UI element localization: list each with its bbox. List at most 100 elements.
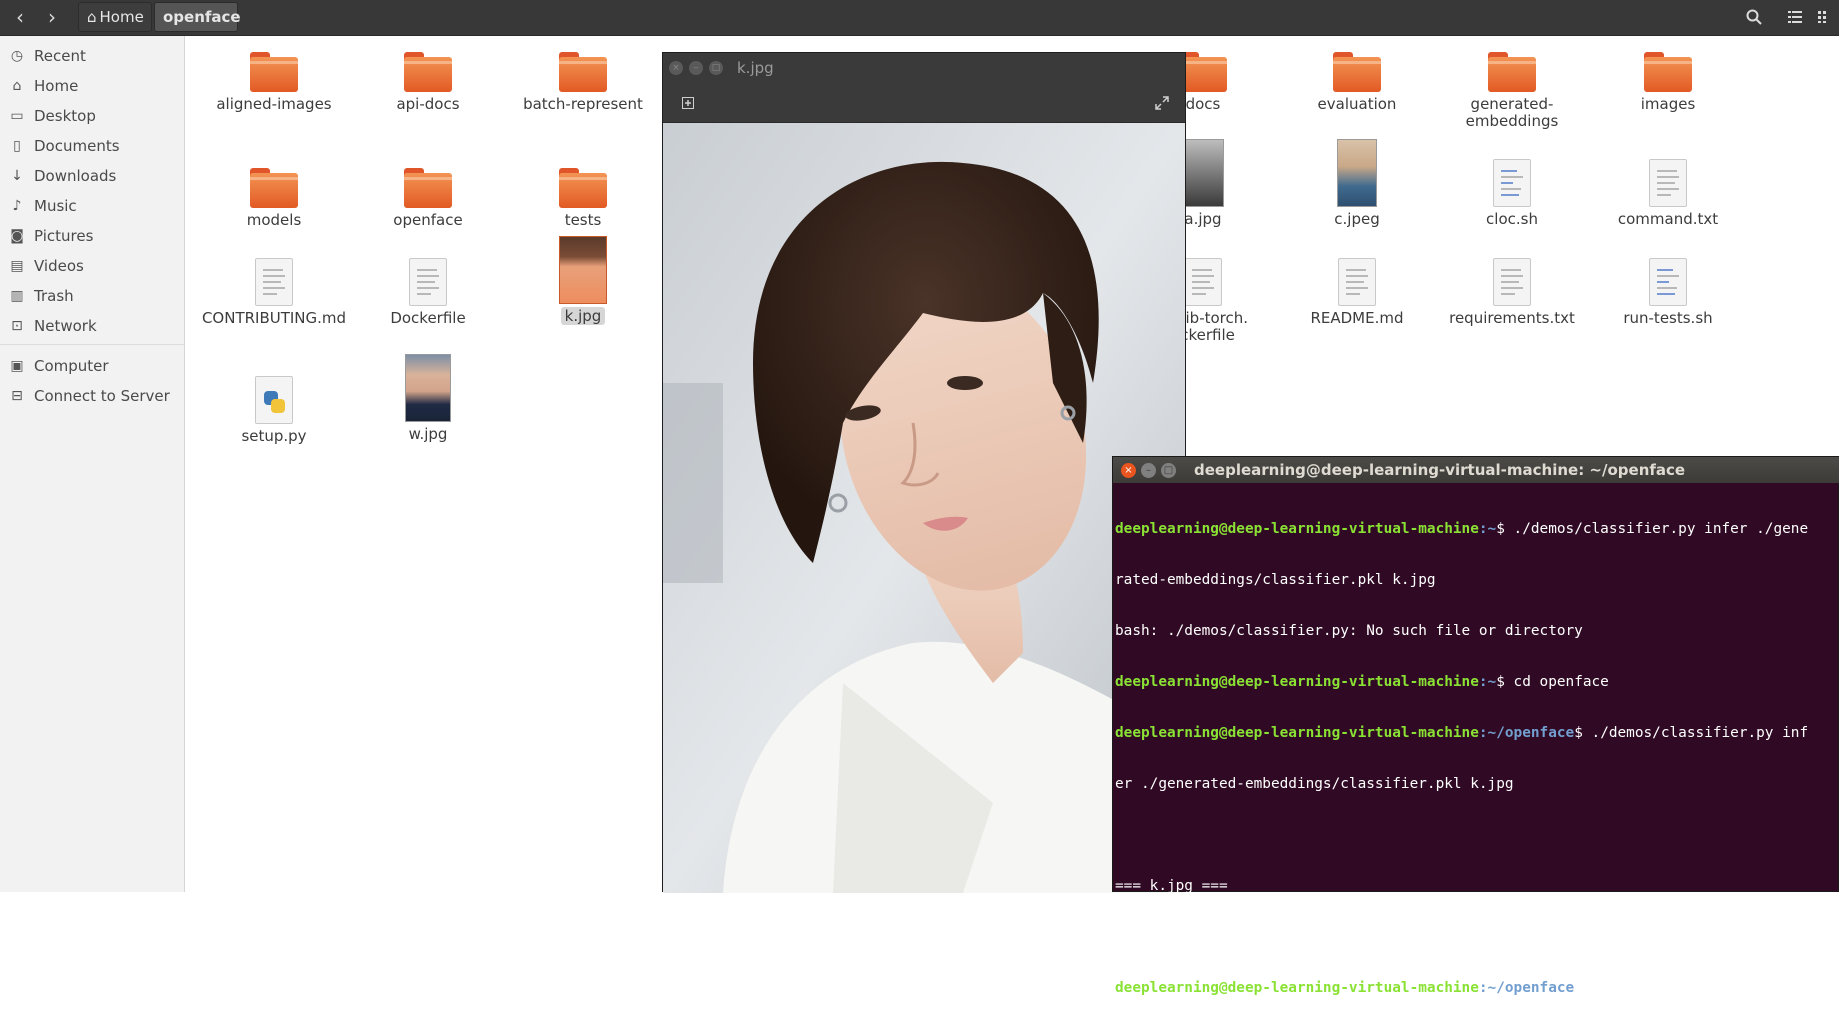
folder-icon [1179,52,1227,92]
folder-openface[interactable]: openface [353,168,503,229]
portrait-photo [663,123,1185,893]
folder-icon [1488,52,1536,92]
prompt-path: :~ [1478,674,1497,690]
file-dockerfile[interactable]: Dockerfile [353,258,503,327]
folder-images[interactable]: images [1593,52,1743,113]
sidebar-item-desktop[interactable]: ▭ Desktop [0,102,185,130]
sidebar-item-connect-to-server[interactable]: ⊟ Connect to Server [0,382,185,410]
sidebar-item-network[interactable]: ⊡ Network [0,312,185,340]
terminal-line: === k.jpg === [1115,878,1228,894]
prompt-user: deeplearning@deep-learning-virtual-machi… [1115,980,1479,996]
minimize-icon[interactable]: – [1141,462,1156,478]
command-text: $ ./demos/classifier.py infer ./gene [1496,521,1809,537]
download-icon: ↓ [11,168,23,184]
file-setup-py[interactable]: setup.py [199,376,349,445]
file-label: w.jpg [408,425,448,443]
computer-icon: ▣ [10,358,24,374]
viewer-title: k.jpg [737,59,774,77]
sidebar-item-label: Connect to Server [34,387,170,405]
breadcrumb-current[interactable]: openface [154,2,241,32]
sidebar-item-label: Downloads [34,167,117,185]
folder-icon [250,52,298,92]
close-icon[interactable]: × [669,61,683,75]
sidebar-item-label: Documents [34,137,120,155]
text-file-icon [255,258,293,306]
terminal-titlebar[interactable]: × – □ deeplearning@deep-learning-virtual… [1113,457,1839,483]
sidebar-item-videos[interactable]: ▤ Videos [0,252,185,280]
file-label: openface [393,211,463,229]
prompt-path: :~/openface [1478,980,1575,996]
sidebar-item-recent[interactable]: ◷ Recent [0,42,185,70]
folder-batch-represent[interactable]: batch-represent [508,52,658,113]
search-icon[interactable] [1735,2,1773,32]
photo-display [663,123,1185,893]
grid-icon[interactable] [1808,2,1839,32]
terminal-output[interactable]: deeplearning@deep-learning-virtual-machi… [1113,487,1838,1031]
viewer-titlebar[interactable]: × – □ k.jpg [663,53,1185,83]
script-icon [1649,258,1687,306]
sidebar-item-label: Desktop [34,107,96,125]
file-k-jpg[interactable]: k.jpg [508,236,658,325]
text-file-icon [1338,258,1376,306]
file-requirements-txt[interactable]: requirements.txt [1437,258,1587,327]
sidebar-item-pictures[interactable]: ◙ Pictures [0,222,185,250]
sidebar-item-downloads[interactable]: ↓ Downloads [0,162,185,190]
breadcrumb-home[interactable]: ⌂ Home [78,2,152,32]
file-label: evaluation [1317,95,1397,113]
sidebar-item-documents[interactable]: ▯ Documents [0,132,185,160]
file-contributing-md[interactable]: CONTRIBUTING.md [199,258,349,327]
sidebar-item-home[interactable]: ⌂ Home [0,72,185,100]
sidebar-item-music[interactable]: ♪ Music [0,192,185,220]
prompt-path: :~/openface [1478,725,1575,741]
sidebar-item-label: Trash [34,287,74,305]
image-thumbnail [405,354,451,422]
fullscreen-icon[interactable] [1149,91,1175,115]
image-viewer-window: × – □ k.jpg [662,52,1186,893]
close-icon[interactable]: × [1121,462,1136,478]
text-file-icon [1493,258,1531,306]
file-command-txt[interactable]: command.txt [1593,159,1743,228]
chevron-right-icon[interactable]: › [36,2,68,32]
sidebar-item-label: Network [34,317,97,335]
file-label: c.jpeg [1334,210,1380,228]
file-label: tests [564,211,602,229]
terminal-title: deeplearning@deep-learning-virtual-machi… [1194,461,1686,479]
sidebar-item-trash[interactable]: ▥ Trash [0,282,185,310]
add-icon[interactable] [675,91,701,115]
image-thumbnail [1337,139,1377,207]
file-label: run-tests.sh [1623,309,1713,327]
folder-icon [250,168,298,208]
folder-icon [1644,52,1692,92]
minimize-icon[interactable]: – [689,61,703,75]
server-icon: ⊟ [11,388,23,404]
chevron-left-icon[interactable]: ‹ [4,2,36,32]
file-label: README.md [1310,309,1404,327]
file-label: setup.py [241,427,307,445]
folder-aligned-images[interactable]: aligned-images [199,52,349,113]
file-cloc-sh[interactable]: cloc.sh [1437,159,1587,228]
file-w-jpg[interactable]: w.jpg [353,354,503,443]
folder-generated-embeddings[interactable]: generated- embeddings [1437,52,1587,130]
file-label: batch-represent [523,95,643,113]
folder-icon [404,168,452,208]
maximize-icon[interactable]: □ [1161,462,1176,478]
file-c-jpeg[interactable]: c.jpeg [1282,139,1432,228]
file-label: requirements.txt [1449,309,1575,327]
file-label: models [246,211,302,229]
text-file-icon [409,258,447,306]
terminal-line: deeplearning@deep-learning-virtual-machi… [1115,674,1838,691]
maximize-icon[interactable]: □ [709,61,723,75]
folder-tests[interactable]: tests [508,168,658,229]
folder-models[interactable]: models [199,168,349,229]
file-label: cloc.sh [1486,210,1538,228]
folder-api-docs[interactable]: api-docs [353,52,503,113]
file-readme-md[interactable]: README.md [1282,258,1432,327]
sidebar-item-computer[interactable]: ▣ Computer [0,352,185,380]
file-run-tests-sh[interactable]: run-tests.sh [1593,258,1743,327]
video-icon: ▤ [10,258,24,274]
command-text: $ ./demos/classifier.py inf [1574,725,1809,741]
network-icon: ⊡ [11,318,23,334]
command-text: $ [1574,980,1592,996]
terminal-line: deeplearning@deep-learning-virtual-machi… [1115,725,1838,742]
folder-evaluation[interactable]: evaluation [1282,52,1432,113]
